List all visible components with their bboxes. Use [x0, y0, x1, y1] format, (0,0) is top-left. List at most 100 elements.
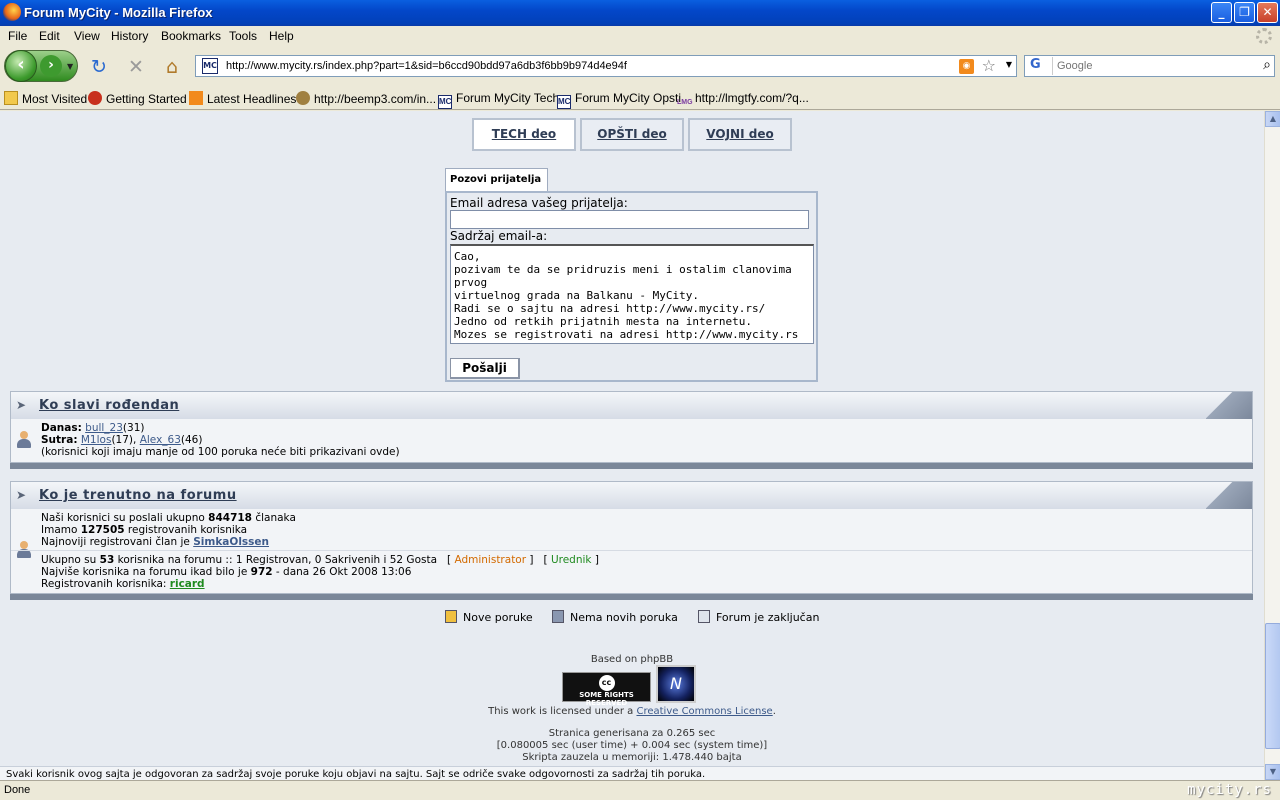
phpbb-logo-icon[interactable]: N [656, 665, 696, 703]
search-engine-icon[interactable]: G [1027, 57, 1053, 75]
bookmark-most-visited[interactable]: Most Visited [4, 91, 87, 106]
newest-user-link[interactable]: SimkaOlssen [193, 536, 269, 548]
reload-button[interactable]: ↻ [88, 56, 110, 78]
back-button[interactable]: ‹ [5, 50, 37, 82]
stat-text: Imamo [41, 524, 81, 536]
stat-text: ] [591, 554, 599, 566]
bookmark-label: Forum MyCity Opsti [575, 91, 682, 105]
scroll-down-icon[interactable]: ▼ [1265, 764, 1280, 780]
search-input[interactable] [1057, 58, 1247, 74]
max-users-count: 972 [250, 566, 273, 578]
bookmark-label: Forum MyCity Tech [456, 91, 560, 105]
bookmark-forum-mycity-opsti[interactable]: MC Forum MyCity Opsti [557, 91, 681, 109]
minimize-button[interactable]: _ [1211, 2, 1232, 23]
vertical-scrollbar[interactable]: ▲ ▼ [1264, 111, 1280, 780]
stop-button[interactable]: ✕ [125, 56, 147, 78]
user-age: (46) [180, 434, 203, 446]
menu-help[interactable]: Help [269, 29, 294, 43]
bookmark-label: Latest Headlines [207, 92, 297, 106]
menu-bookmarks[interactable]: Bookmarks [161, 29, 221, 43]
bookmark-beemp3[interactable]: http://beemp3.com/in... [296, 91, 436, 106]
maximize-button[interactable]: ❐ [1234, 2, 1255, 23]
tab-vojni[interactable]: VOJNI deo [688, 118, 792, 151]
tomorrow-label: Sutra: [41, 434, 78, 446]
url-input[interactable] [226, 58, 946, 74]
scrollbar-thumb[interactable] [1265, 623, 1280, 749]
firefox-icon [88, 91, 102, 105]
bookmark-star-icon[interactable]: ☆ [982, 56, 996, 75]
bookmark-lmgtfy[interactable]: LMG http://lmgtfy.com/?q... [677, 91, 809, 111]
window-title: Forum MyCity - Mozilla Firefox [24, 5, 213, 20]
menu-bar: File Edit View History Bookmarks Tools H… [0, 26, 1280, 46]
url-dropdown-icon[interactable]: ▼ [1006, 60, 1012, 69]
throbber-icon [1256, 28, 1272, 44]
watermark: mycity.rs [1187, 782, 1272, 798]
menu-tools[interactable]: Tools [229, 29, 257, 43]
lmgtfy-icon: LMG [677, 99, 693, 106]
section-header: ➤ Ko slavi rođendan [10, 391, 1253, 420]
license-text: . [772, 706, 776, 717]
license-line: This work is licensed under a Creative C… [0, 706, 1264, 717]
online-title[interactable]: Ko je trenutno na forumu [39, 488, 237, 503]
home-button[interactable]: ⌂ [161, 56, 183, 78]
administrator-legend: Administrator [454, 554, 527, 566]
online-count: 53 [99, 554, 115, 566]
section-footer [10, 463, 1253, 469]
bookmark-getting-started[interactable]: Getting Started [88, 91, 187, 106]
send-button[interactable]: Pošalji [450, 358, 520, 379]
license-text: This work is licensed under a [488, 706, 637, 717]
birthday-note: (korisnici koji imaju manje od 100 poruk… [41, 446, 400, 458]
memory-usage: Skripta zauzela u memoriji: 1.478.440 ba… [522, 752, 742, 763]
tab-tech[interactable]: TECH deo [472, 118, 576, 151]
url-bar[interactable]: MC ◉ ☆ ▼ [195, 55, 1017, 77]
menu-file[interactable]: File [8, 29, 27, 43]
close-button[interactable]: ✕ [1257, 2, 1278, 23]
menu-view[interactable]: View [74, 29, 100, 43]
user-icon [16, 431, 32, 449]
birthday-title[interactable]: Ko slavi rođendan [39, 398, 179, 413]
posts-count: 844718 [208, 512, 252, 524]
page-content: TECH deo OPŠTI deo VOJNI deo Pozovi prij… [0, 111, 1264, 780]
bookmark-forum-mycity-tech[interactable]: MC Forum MyCity Tech [438, 91, 559, 109]
stat-text: - dana 26 Okt 2008 13:06 [272, 566, 412, 578]
user-link[interactable]: bull_23 [85, 422, 123, 434]
section-arrow-icon: ➤ [16, 488, 27, 502]
cc-icon: cc [598, 675, 615, 691]
rss-feed-icon[interactable]: ◉ [959, 59, 974, 74]
bookmarks-toolbar: Most Visited Getting Started Latest Head… [0, 86, 1280, 110]
scroll-up-icon[interactable]: ▲ [1265, 111, 1280, 127]
friend-email-field[interactable] [450, 210, 809, 229]
forward-button[interactable]: › [40, 55, 62, 77]
user-link[interactable]: M1los [81, 434, 112, 446]
section-header: ➤ Ko je trenutno na forumu [10, 481, 1253, 510]
cpu-time: [0.080005 sec (user time) + 0.004 sec (s… [496, 740, 768, 751]
invite-panel-tab: Pozovi prijatelja [445, 168, 548, 191]
user-link[interactable]: Alex_63 [140, 434, 181, 446]
history-dropdown-icon[interactable]: ▼ [67, 62, 73, 71]
birthday-section: ➤ Ko slavi rođendan Danas: bull_23(31) S… [10, 391, 1253, 469]
email-content-textarea[interactable]: Cao, pozivam te da se pridruzis meni i o… [450, 244, 814, 344]
navigation-toolbar: ‹ › ▼ ↻ ✕ ⌂ MC ◉ ☆ ▼ G ⌕ [0, 46, 1280, 86]
content-label: Sadržaj email-a: [450, 229, 548, 243]
menu-history[interactable]: History [111, 29, 148, 43]
bookmark-latest-headlines[interactable]: Latest Headlines [189, 91, 296, 106]
site-favicon-icon: MC [202, 58, 218, 74]
search-icon[interactable]: ⌕ [1263, 57, 1271, 73]
bookmark-label: http://lmgtfy.com/?q... [695, 91, 809, 105]
bookmark-label: Most Visited [22, 92, 88, 106]
no-new-posts-icon [552, 610, 564, 623]
creative-commons-badge[interactable]: cc SOME RIGHTS RESERVED [562, 672, 651, 707]
email-label: Email adresa vašeg prijatelja: [450, 196, 628, 210]
legend-label: Forum je zaključan [716, 611, 820, 624]
registered-user-link[interactable]: ricard [170, 578, 205, 590]
section-corner [1206, 482, 1252, 510]
search-bar[interactable]: G ⌕ [1024, 55, 1275, 77]
menu-edit[interactable]: Edit [39, 29, 60, 43]
legend-label: Nema novih poruka [570, 611, 678, 624]
tab-opsti[interactable]: OPŠTI deo [580, 118, 684, 151]
license-link[interactable]: Creative Commons License [636, 706, 772, 717]
section-body: Danas: bull_23(31) Sutra: M1los(17), Ale… [10, 419, 1253, 463]
bookmark-label: http://beemp3.com/in... [314, 92, 437, 106]
folder-icon [4, 91, 18, 105]
stat-text: korisnika na forumu :: 1 Registrovan, 0 … [114, 554, 455, 566]
